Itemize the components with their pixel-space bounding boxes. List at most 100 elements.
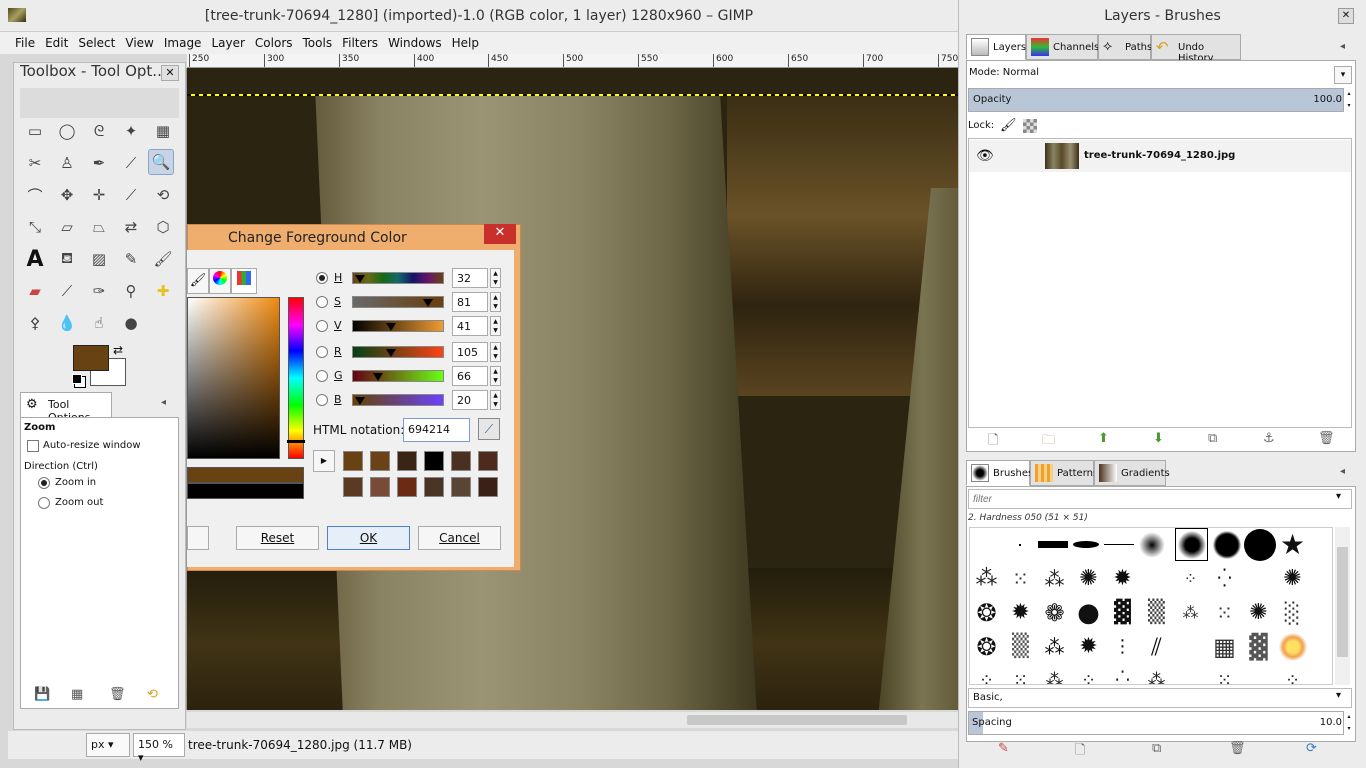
- unit-select[interactable]: px ▾: [86, 733, 130, 757]
- brush-item[interactable]: [1243, 528, 1276, 561]
- tab-undo-history[interactable]: ↶ Undo History: [1151, 34, 1241, 64]
- scale-icon[interactable]: ⤡: [22, 214, 48, 240]
- brush-item[interactable]: ⁂: [1038, 562, 1071, 595]
- new-layer-group-icon[interactable]: 🗀: [1042, 431, 1055, 453]
- blue-spinner[interactable]: ▲ ▼: [490, 390, 501, 410]
- hue-input[interactable]: 32: [452, 268, 488, 288]
- scrollbar-thumb[interactable]: [687, 715, 907, 725]
- delete-brush-icon[interactable]: 🗑: [1229, 741, 1246, 756]
- blue-slider[interactable]: [352, 394, 444, 406]
- history-swatch[interactable]: [451, 451, 471, 471]
- gimp-selector-tab-icon[interactable]: 🖌: [187, 268, 209, 294]
- brush-item[interactable]: ●: [1072, 596, 1105, 629]
- tab-paths[interactable]: ⟡ Paths: [1098, 34, 1152, 60]
- fuzzy-select-icon[interactable]: ✦: [118, 118, 144, 144]
- hue-slider[interactable]: [352, 272, 444, 284]
- brush-item[interactable]: ⁙: [1004, 664, 1037, 684]
- history-swatch[interactable]: [424, 451, 444, 471]
- bucket-fill-icon[interactable]: ⛾: [54, 246, 80, 272]
- history-swatch[interactable]: [343, 451, 363, 471]
- red-spinner[interactable]: ▲ ▼: [490, 342, 501, 362]
- brush-item[interactable]: ✹: [1072, 630, 1105, 663]
- tab-layers[interactable]: Layers: [966, 34, 1026, 60]
- history-swatch[interactable]: [397, 451, 417, 471]
- brush-grid[interactable]: ★ ⁂ ⁙ ⁂ ✺ ✹ ⁘ ⁛ ✺ ❂ ✹ ❁ ● ▓ ▒ ⁂ ⁙ ✺ ░ ❂ …: [969, 527, 1333, 685]
- tab-patterns[interactable]: Patterns: [1030, 460, 1098, 486]
- color-picker-icon[interactable]: ⟋: [118, 150, 144, 176]
- brush-scrollbar[interactable]: [1335, 527, 1350, 685]
- saturation-spinner[interactable]: ▲ ▼: [490, 292, 501, 312]
- red-input[interactable]: 105: [452, 342, 488, 362]
- brush-item[interactable]: ⁘: [1072, 664, 1105, 684]
- crop-icon[interactable]: ⟋: [118, 182, 144, 208]
- heal-icon[interactable]: ✚: [150, 278, 176, 304]
- saturation-value-picker[interactable]: [187, 297, 280, 459]
- cage-transform-icon[interactable]: ⬡: [150, 214, 176, 240]
- channel-r-radio[interactable]: [316, 346, 328, 358]
- opacity-slider[interactable]: Opacity: [968, 88, 1344, 112]
- brush-item[interactable]: ⁛: [1208, 562, 1241, 595]
- saturation-input[interactable]: 81: [452, 292, 488, 312]
- green-slider[interactable]: [352, 370, 444, 382]
- green-spinner[interactable]: ▲ ▼: [490, 366, 501, 386]
- brush-item[interactable]: ⁂: [1174, 596, 1207, 629]
- menu-edit[interactable]: Edit: [40, 33, 73, 53]
- history-swatch[interactable]: [478, 451, 498, 471]
- value-spinner[interactable]: ▲ ▼: [490, 316, 501, 336]
- toolbox-close-button[interactable]: ✕: [161, 65, 179, 81]
- brush-item[interactable]: ⁙: [1208, 596, 1241, 629]
- channel-b-radio[interactable]: [316, 394, 328, 406]
- menu-filters[interactable]: Filters: [337, 33, 383, 53]
- zoom-select[interactable]: 150 % ▾: [133, 733, 185, 764]
- brush-filter-input[interactable]: [968, 489, 1352, 509]
- red-slider[interactable]: [352, 346, 444, 358]
- menu-select[interactable]: Select: [73, 33, 120, 53]
- scissors-icon[interactable]: ✂: [22, 150, 48, 176]
- text-tool-icon[interactable]: A: [22, 246, 48, 272]
- palette-selector-tab-icon[interactable]: [231, 268, 257, 294]
- brush-item[interactable]: ⁙: [1004, 562, 1037, 595]
- brush-item[interactable]: ▦: [1208, 630, 1241, 663]
- tab-channels[interactable]: Channels: [1026, 34, 1099, 60]
- opacity-spinner[interactable]: ▴ ▾: [1344, 88, 1354, 112]
- brush-item[interactable]: ▒: [1140, 596, 1173, 629]
- foreground-select-icon[interactable]: ♙: [54, 150, 80, 176]
- mode-select[interactable]: Mode: Normal: [966, 63, 1354, 85]
- hue-strip[interactable]: [288, 297, 304, 459]
- add-to-history-button[interactable]: ▶: [313, 450, 335, 472]
- brush-item[interactable]: ░: [1276, 596, 1309, 629]
- history-swatch[interactable]: [343, 477, 363, 497]
- brush-item[interactable]: ⁘: [1174, 562, 1207, 595]
- slider-marker[interactable]: [423, 299, 433, 307]
- paintbrush-icon[interactable]: 🖌: [150, 246, 176, 272]
- ok-button[interactable]: OK: [327, 526, 410, 550]
- wheel-selector-tab-icon[interactable]: [209, 268, 231, 294]
- pencil-icon[interactable]: ✎: [118, 246, 144, 272]
- delete-layer-icon[interactable]: 🗑: [1318, 431, 1335, 446]
- brush-item[interactable]: [1102, 528, 1135, 561]
- zoom-tool-icon[interactable]: 🔍: [148, 149, 174, 175]
- blur-icon[interactable]: 💧: [54, 310, 80, 336]
- chevron-down-icon[interactable]: ▾: [1336, 690, 1341, 701]
- channel-v-radio[interactable]: [316, 320, 328, 332]
- brush-item[interactable]: ❂: [970, 596, 1003, 629]
- flip-icon[interactable]: ⇄: [118, 214, 144, 240]
- rect-select-icon[interactable]: ▭: [22, 118, 48, 144]
- brush-item[interactable]: [1036, 528, 1069, 561]
- brush-item[interactable]: ✺: [1276, 562, 1309, 595]
- menu-layer[interactable]: Layer: [206, 33, 249, 53]
- color-picker-button[interactable]: ⟋: [478, 418, 500, 440]
- help-button[interactable]: [187, 526, 209, 550]
- brush-item[interactable]: [1276, 630, 1309, 663]
- clone-icon[interactable]: ⚲: [118, 278, 144, 304]
- zoom-out-radio[interactable]: [38, 497, 50, 509]
- blend-icon[interactable]: ▨: [86, 246, 112, 272]
- airbrush-icon[interactable]: ⟋: [54, 278, 80, 304]
- delete-options-icon[interactable]: 🗑: [109, 687, 126, 702]
- brush-item[interactable]: ⁂: [970, 562, 1003, 595]
- brush-item[interactable]: [1003, 528, 1036, 561]
- paths-icon[interactable]: ✒: [86, 150, 112, 176]
- refresh-brushes-icon[interactable]: ⟳: [1306, 741, 1317, 756]
- value-input[interactable]: 41: [452, 316, 488, 336]
- rotate-icon[interactable]: ⟲: [150, 182, 176, 208]
